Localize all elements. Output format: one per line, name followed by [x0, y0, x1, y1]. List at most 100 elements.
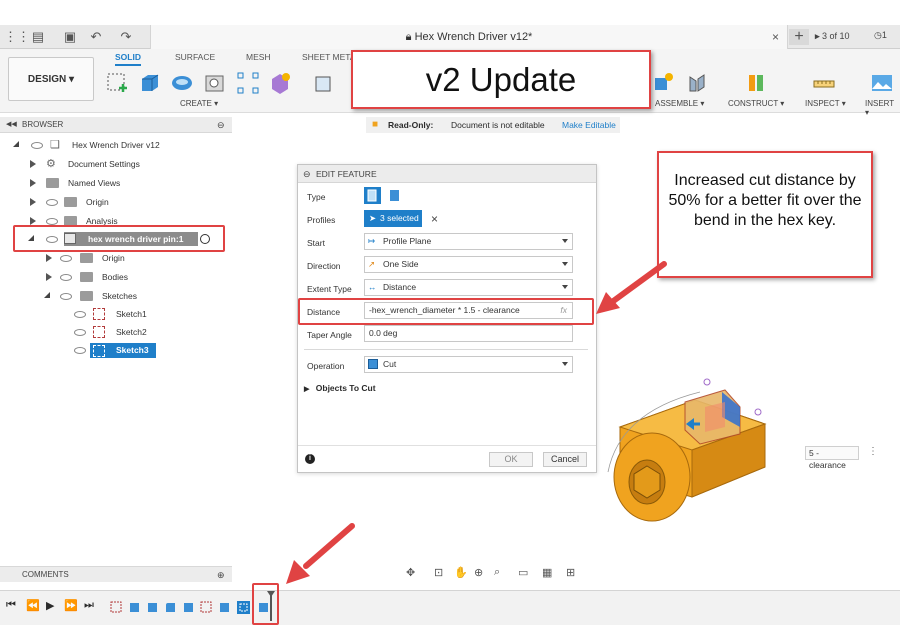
operation-dropdown[interactable]: Cut: [364, 356, 573, 373]
file-icon[interactable]: ▤: [30, 29, 46, 45]
new-component-icon[interactable]: [268, 71, 292, 95]
info-icon[interactable]: i: [305, 454, 315, 464]
expand-icon[interactable]: [30, 198, 36, 206]
cancel-button[interactable]: Cancel: [543, 452, 587, 467]
model-viewport[interactable]: [600, 372, 775, 524]
expand-icon[interactable]: [46, 273, 52, 281]
timeline-sketch-icon[interactable]: [200, 601, 213, 614]
go-to-end-icon[interactable]: ⏭: [84, 599, 94, 612]
insert-image-icon[interactable]: [870, 71, 894, 95]
visibility-eye-icon[interactable]: [60, 293, 72, 300]
modify-icon[interactable]: [312, 71, 336, 95]
extent-type-dropdown[interactable]: ↔ Distance: [364, 279, 573, 296]
dialog-title-bar[interactable]: ⊖ EDIT FEATURE: [298, 165, 596, 183]
direction-dropdown[interactable]: ↗ One Side: [364, 256, 573, 273]
step-forward-icon[interactable]: ⏩: [64, 599, 78, 612]
timeline-extrude-icon[interactable]: [146, 601, 159, 614]
step-back-icon[interactable]: ⏪: [26, 599, 40, 612]
dimension-input-chip[interactable]: 5 - clearance: [805, 446, 859, 470]
go-to-start-icon[interactable]: ⏮: [6, 599, 16, 612]
grid-menu-icon[interactable]: ⋮⋮: [4, 29, 30, 45]
new-tab-icon[interactable]: +: [789, 29, 809, 45]
type-solid-icon[interactable]: [364, 187, 381, 204]
tree-item-sketch2[interactable]: Sketch2: [0, 323, 232, 341]
tree-item-sketch3[interactable]: Sketch3: [0, 341, 232, 359]
collapse-browser-icon[interactable]: ◀◀: [6, 117, 17, 133]
collapse-icon[interactable]: [13, 141, 19, 147]
tab-sheet-metal[interactable]: SHEET META: [302, 52, 356, 62]
measure-icon[interactable]: [812, 71, 836, 95]
expand-icon[interactable]: [30, 217, 36, 225]
taper-angle-input[interactable]: 0.0 deg: [364, 325, 573, 342]
play-icon[interactable]: ▶: [46, 599, 54, 612]
make-editable-link[interactable]: Make Editable: [562, 117, 616, 133]
more-options-icon[interactable]: ⋮: [868, 446, 878, 457]
revolve-icon[interactable]: [170, 71, 194, 95]
timeline-sketch-icon[interactable]: [110, 601, 123, 614]
start-dropdown[interactable]: ↦ Profile Plane: [364, 233, 573, 250]
visibility-eye-icon[interactable]: [60, 274, 72, 281]
hidden-eye-icon[interactable]: [46, 199, 58, 206]
type-thin-icon[interactable]: [386, 187, 403, 204]
insert-menu[interactable]: INSERT ▾: [865, 99, 900, 117]
tree-item-named-views[interactable]: Named Views: [0, 174, 232, 192]
pan-icon[interactable]: ✋: [454, 566, 468, 579]
hole-icon[interactable]: [203, 71, 227, 95]
visibility-eye-icon[interactable]: [31, 142, 43, 149]
assemble-menu[interactable]: ASSEMBLE ▾: [655, 99, 704, 108]
look-at-icon[interactable]: ⊡: [434, 566, 443, 579]
expand-icon[interactable]: [46, 254, 52, 262]
redo-icon[interactable]: ↷: [118, 29, 134, 45]
viewports-icon[interactable]: ⊞: [566, 566, 575, 579]
zoom-icon[interactable]: ⊕: [474, 566, 483, 579]
timeline-sketch-active-icon[interactable]: [237, 601, 250, 614]
construct-plane-icon[interactable]: [744, 71, 768, 95]
timeline-extrude-icon[interactable]: [182, 601, 195, 614]
grid-settings-icon[interactable]: ▦: [542, 566, 552, 579]
add-comment-icon[interactable]: ⊕: [217, 567, 225, 583]
tree-item-origin[interactable]: Origin: [0, 193, 232, 211]
assemble-joint-icon[interactable]: [652, 71, 676, 95]
notifications[interactable]: ◷1: [874, 30, 887, 41]
document-tab[interactable]: 🔒︎ Hex Wrench Driver v12* ×: [150, 25, 788, 49]
timeline-fillet-icon[interactable]: [164, 601, 177, 614]
orbit-icon[interactable]: ✥: [406, 566, 415, 579]
display-settings-icon[interactable]: ▭: [518, 566, 528, 579]
expand-icon[interactable]: [30, 160, 36, 168]
design-workspace-button[interactable]: DESIGN ▾: [8, 57, 94, 101]
clear-selection-icon[interactable]: ×: [431, 212, 438, 226]
tree-item-document-settings[interactable]: ⚙ Document Settings: [0, 155, 232, 173]
dialog-collapse-icon[interactable]: ⊖: [303, 165, 311, 183]
hidden-eye-icon[interactable]: [60, 255, 72, 262]
save-icon[interactable]: ▣: [62, 29, 78, 45]
extrude-icon[interactable]: [138, 71, 162, 95]
tab-counter[interactable]: ▸ 3 of 10: [815, 31, 850, 42]
tree-item-bodies[interactable]: Bodies: [0, 268, 232, 286]
create-sketch-icon[interactable]: [105, 71, 129, 95]
construct-menu[interactable]: CONSTRUCT ▾: [728, 99, 784, 108]
create-menu[interactable]: CREATE ▾: [180, 99, 218, 108]
hidden-eye-icon[interactable]: [46, 218, 58, 225]
close-tab-icon[interactable]: ×: [772, 25, 779, 49]
tab-surface[interactable]: SURFACE: [175, 52, 215, 62]
pattern-icon[interactable]: [236, 71, 260, 95]
inspect-menu[interactable]: INSPECT ▾: [805, 99, 846, 108]
visibility-eye-icon[interactable]: [74, 347, 86, 354]
timeline-extrude-icon[interactable]: [218, 601, 231, 614]
objects-to-cut-section[interactable]: ▶ Objects To Cut: [304, 383, 376, 393]
collapse-icon[interactable]: [44, 292, 50, 298]
timeline-extrude-icon[interactable]: [128, 601, 141, 614]
hidden-eye-icon[interactable]: [74, 329, 86, 336]
fit-icon[interactable]: ⌕: [494, 566, 500, 579]
tab-solid[interactable]: SOLID: [115, 52, 141, 66]
undo-icon[interactable]: ↶: [88, 29, 104, 45]
tab-mesh[interactable]: MESH: [246, 52, 271, 62]
profiles-selection-button[interactable]: ➤ 3 selected: [364, 210, 422, 227]
as-built-joint-icon[interactable]: [686, 71, 710, 95]
hidden-eye-icon[interactable]: [74, 311, 86, 318]
browser-minimize-icon[interactable]: ⊖: [217, 117, 225, 133]
tree-item-sketches[interactable]: Sketches: [0, 287, 232, 305]
tree-item-root[interactable]: ❑ Hex Wrench Driver v12: [0, 136, 232, 154]
tree-item-sketch1[interactable]: Sketch1: [0, 305, 232, 323]
ok-button[interactable]: OK: [489, 452, 533, 467]
